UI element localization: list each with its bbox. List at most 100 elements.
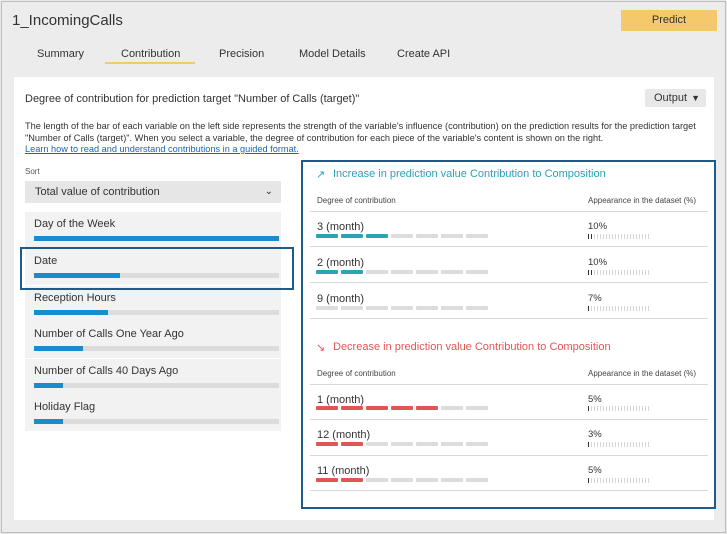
- tab-summary[interactable]: Summary: [37, 48, 84, 60]
- divider: [310, 211, 708, 212]
- variable-item-reception-hours[interactable]: Reception Hours: [25, 286, 281, 322]
- tab-precision[interactable]: Precision: [219, 48, 264, 60]
- appearance-tick: [633, 406, 634, 411]
- contribution-segment: [341, 306, 363, 310]
- contribution-segment: [441, 478, 463, 482]
- appearance-tick: [636, 306, 637, 311]
- appearance-tick: [588, 306, 589, 311]
- appearance-tick: [618, 478, 619, 483]
- output-dropdown[interactable]: Output ▼: [645, 89, 706, 107]
- appearance-tick: [648, 478, 649, 483]
- appearance-tick: [597, 234, 598, 239]
- sort-selected-value: Total value of contribution: [35, 186, 160, 198]
- appearance-tick: [621, 270, 622, 275]
- contribution-segment: [391, 406, 413, 410]
- appearance-tick: [597, 306, 598, 311]
- contribution-segment: [391, 306, 413, 310]
- sort-label: Sort: [25, 167, 40, 176]
- appearance-tick: [639, 406, 640, 411]
- appearance-tick: [615, 270, 616, 275]
- contribution-segment: [466, 234, 488, 238]
- appearance-tick: [621, 442, 622, 447]
- appearance-tick: [600, 478, 601, 483]
- appearance-tick: [639, 234, 640, 239]
- contribution-segment: [366, 306, 388, 310]
- appearance-ticks: [588, 234, 650, 239]
- contribution-segment: [391, 478, 413, 482]
- appearance-tick: [603, 270, 604, 275]
- appearance-tick: [636, 478, 637, 483]
- variable-item-holiday-flag[interactable]: Holiday Flag: [25, 395, 281, 431]
- appearance-tick: [618, 306, 619, 311]
- contribution-segment: [341, 478, 363, 482]
- appearance-tick: [615, 234, 616, 239]
- appearance-tick: [645, 306, 646, 311]
- decrease-row-label: 11 (month): [317, 465, 370, 477]
- appearance-ticks: [588, 478, 650, 483]
- appearance-tick: [588, 478, 589, 483]
- contribution-bar: [34, 236, 279, 241]
- appearance-ticks: [588, 442, 650, 447]
- divider: [310, 318, 708, 319]
- decrease-row-label: 12 (month): [317, 429, 371, 441]
- composition-panel: [301, 160, 716, 509]
- appearance-tick: [621, 306, 622, 311]
- contribution-segment: [366, 270, 388, 274]
- contribution-bar-track: [34, 236, 279, 241]
- appearance-ticks: [588, 270, 650, 275]
- tab-create-api[interactable]: Create API: [397, 48, 450, 60]
- appearance-tick: [615, 442, 616, 447]
- appearance-tick: [645, 270, 646, 275]
- appearance-tick: [600, 406, 601, 411]
- appearance-tick: [630, 478, 631, 483]
- appearance-tick: [591, 234, 592, 239]
- contribution-segment: [316, 234, 338, 238]
- sort-select[interactable]: Total value of contribution ⌄: [25, 181, 281, 203]
- predict-button[interactable]: Predict: [621, 10, 717, 31]
- contribution-segment: [341, 442, 363, 446]
- tab-contribution[interactable]: Contribution: [121, 48, 180, 60]
- contribution-segment: [441, 234, 463, 238]
- appearance-tick: [594, 270, 595, 275]
- appearance-tick: [603, 478, 604, 483]
- appearance-tick: [609, 406, 610, 411]
- appearance-tick: [642, 442, 643, 447]
- appearance-tick: [642, 406, 643, 411]
- appearance-tick: [606, 442, 607, 447]
- appearance-tick: [594, 406, 595, 411]
- trending-up-icon: ↗: [316, 169, 326, 181]
- appearance-tick: [594, 306, 595, 311]
- appearance-tick: [606, 478, 607, 483]
- appearance-tick: [612, 442, 613, 447]
- contribution-segment: [316, 478, 338, 482]
- appearance-percent: 5%: [588, 394, 602, 405]
- variable-item-day-of-the-week[interactable]: Day of the Week: [25, 212, 281, 248]
- appearance-tick: [630, 234, 631, 239]
- appearance-tick: [648, 406, 649, 411]
- contribution-segment: [416, 234, 438, 238]
- contribution-bar: [34, 310, 108, 315]
- contribution-segment: [416, 270, 438, 274]
- appearance-tick: [633, 442, 634, 447]
- appearance-tick: [639, 306, 640, 311]
- contribution-segment: [341, 406, 363, 410]
- appearance-percent: 7%: [588, 293, 602, 304]
- contribution-segment: [416, 442, 438, 446]
- tab-model-details[interactable]: Model Details: [299, 48, 366, 60]
- learn-link[interactable]: Learn how to read and understand contrib…: [25, 144, 299, 154]
- appearance-tick: [624, 234, 625, 239]
- trending-down-icon: ↘: [316, 342, 326, 354]
- variable-label: Number of Calls One Year Ago: [34, 328, 184, 340]
- tab-bar: Summary Contribution Precision Model Det…: [0, 44, 725, 72]
- appearance-tick: [615, 478, 616, 483]
- contribution-bar: [34, 346, 83, 351]
- decrease-col-contribution: Degree of contribution: [317, 369, 396, 378]
- variable-item-calls-40-days-ago[interactable]: Number of Calls 40 Days Ago: [25, 359, 281, 395]
- variable-item-calls-one-year-ago[interactable]: Number of Calls One Year Ago: [25, 322, 281, 358]
- appearance-tick: [603, 306, 604, 311]
- appearance-tick: [642, 270, 643, 275]
- contribution-heading: Degree of contribution for prediction ta…: [25, 93, 360, 105]
- contribution-bar-track: [34, 310, 279, 315]
- contribution-segment: [316, 270, 338, 274]
- appearance-tick: [594, 234, 595, 239]
